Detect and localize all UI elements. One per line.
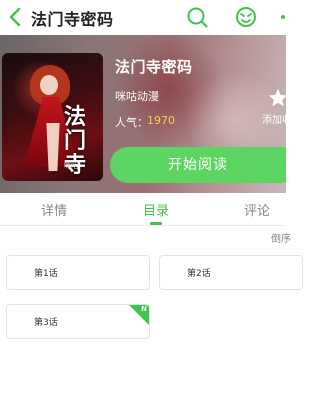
- back-icon[interactable]: [6, 7, 26, 27]
- popularity-label: 人气：: [115, 116, 148, 129]
- chapter-item[interactable]: 第2话: [159, 255, 303, 290]
- tab-bar: 详情 目录 评论: [0, 193, 286, 226]
- start-reading-button[interactable]: 开始阅读: [110, 147, 286, 183]
- cover-brand: 咪咕: [64, 162, 78, 170]
- new-badge-text: N: [141, 305, 147, 313]
- chapter-item[interactable]: 第1话: [6, 255, 150, 290]
- more-icon[interactable]: [277, 9, 289, 25]
- chapter-catalog: 倒序 第1话 第2话 第3话 N: [0, 227, 303, 395]
- popularity-value: 1970: [147, 114, 175, 127]
- chapter-label: 第1话: [34, 269, 58, 279]
- star-icon[interactable]: [267, 87, 286, 109]
- chapter-label: 第2话: [187, 269, 211, 279]
- new-badge: N: [129, 305, 149, 325]
- top-bar: 法门寺密码: [0, 0, 286, 35]
- chapter-item[interactable]: 第3话 N: [6, 304, 150, 339]
- tab-comments[interactable]: 评论: [244, 200, 270, 219]
- book-title: 法门寺密码: [115, 58, 193, 76]
- face-icon[interactable]: [235, 5, 257, 29]
- sort-order-toggle[interactable]: 倒序: [271, 230, 291, 245]
- add-favorite-label[interactable]: 添加收: [262, 111, 286, 126]
- tab-indicator: [150, 222, 162, 225]
- book-cover[interactable]: 法门寺 咪咕: [2, 53, 103, 181]
- tab-details[interactable]: 详情: [41, 200, 67, 219]
- chapter-label: 第3话: [34, 318, 58, 328]
- search-icon[interactable]: [186, 6, 208, 28]
- tab-catalog[interactable]: 目录: [143, 200, 169, 219]
- cover-character-face: [40, 75, 58, 95]
- book-header: 法门寺 咪咕 法门寺密码 咪咕动漫 人气： 1970 添加收 开始阅读: [0, 35, 286, 193]
- publisher-name: 咪咕动漫: [115, 90, 159, 103]
- page-title: 法门寺密码: [31, 10, 114, 29]
